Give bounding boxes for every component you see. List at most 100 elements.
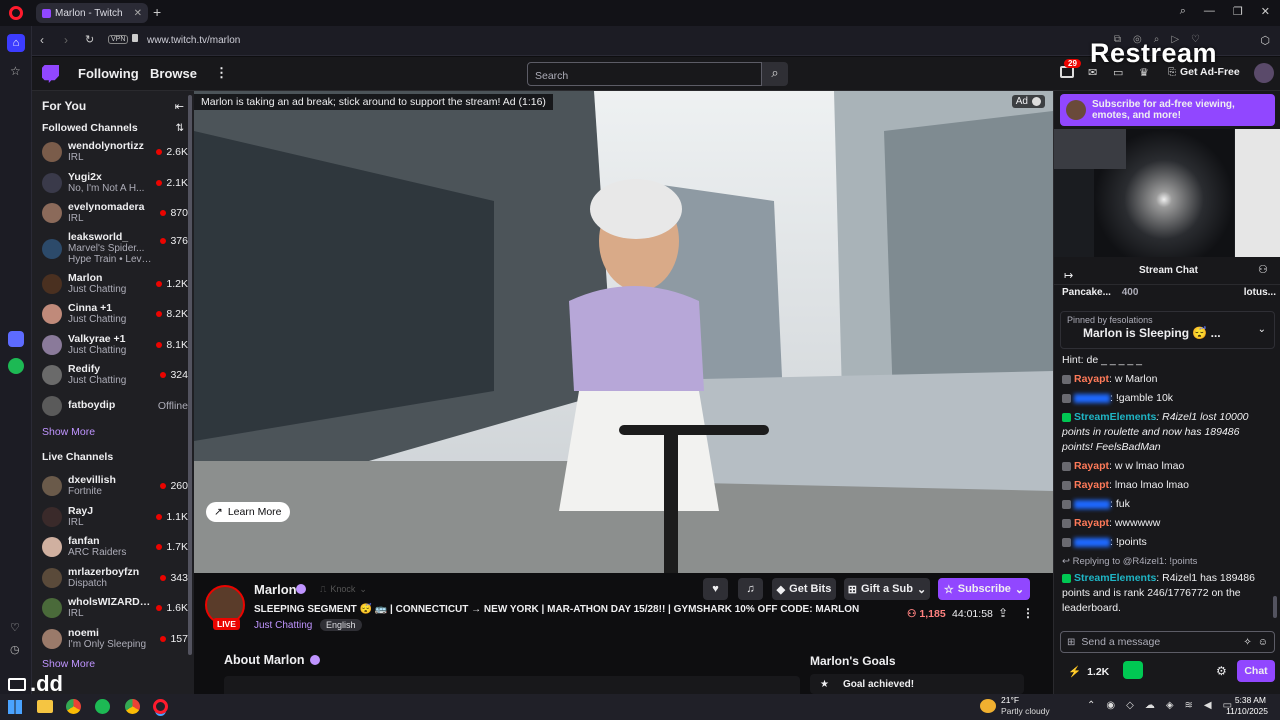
sidebar-channel-followed[interactable]: Redify Just Chatting 324 <box>32 360 194 391</box>
extensions-icon[interactable]: ⬡ <box>1260 34 1270 47</box>
chat-username[interactable]: Rayapt <box>1074 373 1109 385</box>
chat-scrollbar[interactable] <box>1273 596 1277 618</box>
close-tab-icon[interactable]: ✕ <box>134 8 142 19</box>
video-player[interactable]: Marlon is taking an ad break; stick arou… <box>194 91 1053 573</box>
search-input[interactable]: Search <box>527 62 762 86</box>
maximize-icon[interactable]: ❐ <box>1233 5 1243 18</box>
more-menu-icon[interactable]: ⋮ <box>215 65 228 81</box>
category-link[interactable]: Just Chatting <box>254 620 312 631</box>
sidebar-channel-followed[interactable]: Marlon Just Chatting 1.2K <box>32 269 194 300</box>
nav-following[interactable]: Following <box>78 66 139 81</box>
notify-button[interactable]: ♫ <box>738 578 763 600</box>
show-more-followed[interactable]: Show More <box>32 426 105 438</box>
url-field[interactable]: www.twitch.tv/marlon <box>147 35 240 46</box>
close-window-icon[interactable]: ✕ <box>1261 5 1270 18</box>
share-icon[interactable]: ⇪ <box>998 606 1008 620</box>
sidebar-channel-followed[interactable]: Yugi2x No, I'm Not A H... 2.1K <box>32 168 194 199</box>
sidebar-channel-followed[interactable]: fatboydip Offline <box>32 391 194 422</box>
info-icon[interactable] <box>1032 97 1041 106</box>
sidebar-channel-live[interactable]: mrlazerboyfzn Dispatch 343 <box>32 563 194 594</box>
channel-name[interactable]: Marlon <box>254 582 297 597</box>
leader-entry-2[interactable]: lotus... <box>1244 287 1276 303</box>
sidebar-channel-followed[interactable]: leaksworld_ Marvel's Spider... Hype Trai… <box>32 229 194 269</box>
chat-settings-icon[interactable]: ⚙ <box>1216 664 1227 678</box>
wifi-icon[interactable]: ≋ <box>1185 700 1193 711</box>
tray-app-icon[interactable]: ◇ <box>1126 700 1134 711</box>
learn-more-button[interactable]: ↗ Learn More <box>206 502 290 522</box>
bookmarks-icon[interactable]: ☆ <box>10 64 21 78</box>
subscribe-button[interactable]: ☆ Subscribe ⌄ <box>938 578 1030 600</box>
back-icon[interactable]: ‹ <box>40 33 44 47</box>
spotify-icon[interactable] <box>8 358 24 374</box>
sidebar-channel-followed[interactable]: evelynomadera IRL 870 <box>32 198 194 229</box>
gift-sub-button[interactable]: ⊞ Gift a Sub ⌄ <box>844 578 930 600</box>
collapse-chat-icon[interactable]: ↦ <box>1064 269 1073 282</box>
chat-username[interactable]: Rayapt <box>1074 460 1109 472</box>
user-avatar[interactable] <box>1254 63 1274 83</box>
cheer-icon[interactable]: ✧ <box>1243 637 1251 648</box>
chat-username[interactable]: Rayapt <box>1074 517 1109 529</box>
home-icon[interactable]: ⌂ <box>7 34 25 52</box>
chat-username[interactable] <box>1074 537 1110 547</box>
sidebar-channel-live[interactable]: RayJ IRL 1.1K <box>32 502 194 533</box>
sidebar-channel-live[interactable]: fanfan ARC Raiders 1.7K <box>32 532 194 563</box>
emote-menu-icon[interactable]: ⊞ <box>1067 637 1075 648</box>
chat-username[interactable]: Rayapt <box>1074 479 1109 491</box>
sidebar-channel-live[interactable]: wholsWIZARDK... IRL 1.6K <box>32 593 194 624</box>
sort-icon[interactable]: ⇅ <box>176 123 184 134</box>
sidebar-channel-followed[interactable]: wendolynortizz IRL 2.6K <box>32 137 194 168</box>
chat-username[interactable]: StreamElements <box>1074 572 1156 584</box>
file-explorer-icon[interactable] <box>37 700 53 713</box>
tray-app-icon[interactable]: ☁ <box>1145 700 1155 711</box>
prediction-button[interactable] <box>1123 661 1143 679</box>
collapse-sidebar-icon[interactable]: ⇤ <box>175 100 184 113</box>
chat-username[interactable] <box>1074 499 1110 509</box>
users-icon[interactable]: ⚇ <box>1258 263 1268 276</box>
sidebar-scrollbar[interactable] <box>188 95 192 655</box>
chevron-up-icon[interactable]: ⌃ <box>1087 700 1095 711</box>
minimize-icon[interactable]: — <box>1204 5 1215 18</box>
tray-app-icon[interactable]: ◉ <box>1106 700 1115 711</box>
tray-app-icon[interactable]: ◈ <box>1166 700 1174 711</box>
sidebar-channel-followed[interactable]: Valkyrae +1 Just Chatting 8.1K <box>32 330 194 361</box>
spotify-taskbar-icon[interactable] <box>95 699 110 714</box>
heart-icon[interactable]: ♡ <box>10 621 20 634</box>
language-tag[interactable]: English <box>320 619 362 631</box>
windows-start-icon[interactable] <box>8 700 22 714</box>
get-bits-button[interactable]: ◆ Get Bits <box>772 578 836 600</box>
vpn-badge[interactable]: VPN <box>108 35 129 44</box>
show-more-live[interactable]: Show More <box>32 658 105 670</box>
opera-logo-icon[interactable] <box>9 6 23 20</box>
sidebar-channel-live[interactable]: dxevillish Fortnite 260 <box>32 471 194 502</box>
chat-username[interactable]: StreamElements <box>1074 411 1156 423</box>
clock-date[interactable]: 11/10/2025 <box>1226 706 1268 716</box>
emoji-icon[interactable]: ☺ <box>1258 637 1268 648</box>
sidebar-channel-live[interactable]: noemi I'm Only Sleeping 157 <box>32 624 194 655</box>
aria-icon[interactable] <box>8 331 24 347</box>
subscribe-promo-banner[interactable]: Subscribe for ad-free viewing, emotes, a… <box>1060 94 1275 126</box>
chat-send-button[interactable]: Chat <box>1237 660 1275 682</box>
history-icon[interactable]: ◷ <box>10 643 20 656</box>
chrome-icon[interactable] <box>66 699 81 714</box>
leader-entry-1[interactable]: Pancake... 400 <box>1062 287 1138 303</box>
knock-button[interactable]: ⎍ Knock ⌄ <box>320 584 367 595</box>
chevron-down-icon[interactable]: ⌄ <box>1258 324 1266 335</box>
nav-browse[interactable]: Browse <box>150 66 197 81</box>
volume-icon[interactable]: ◀ <box>1204 700 1212 711</box>
sidebar-channel-followed[interactable]: Cinna +1 Just Chatting 8.2K <box>32 299 194 330</box>
chrome-alt-icon[interactable] <box>125 699 140 714</box>
stream-preview-thumbnail[interactable] <box>1054 129 1280 257</box>
channel-points[interactable]: ⚡ 1.2K <box>1068 665 1109 679</box>
chat-input[interactable]: ⊞ Send a message ✧ ☺ <box>1060 631 1275 653</box>
new-tab-button[interactable]: + <box>153 4 161 20</box>
search-icon[interactable]: ⌕ <box>1180 5 1186 18</box>
reload-icon[interactable]: ↻ <box>85 33 94 46</box>
more-options-icon[interactable]: ⋮ <box>1022 606 1034 620</box>
browser-tab[interactable]: Marlon - Twitch ✕ <box>36 3 148 23</box>
search-button[interactable]: ⌕ <box>762 62 788 86</box>
clock-time[interactable]: 5:38 AM <box>1235 695 1266 705</box>
pinned-message[interactable]: Pinned by fesolations Marlon is Sleeping… <box>1060 311 1275 349</box>
twitch-logo-icon[interactable] <box>42 65 59 83</box>
chat-username[interactable] <box>1074 393 1110 403</box>
follow-button[interactable]: ♥ <box>703 578 728 600</box>
